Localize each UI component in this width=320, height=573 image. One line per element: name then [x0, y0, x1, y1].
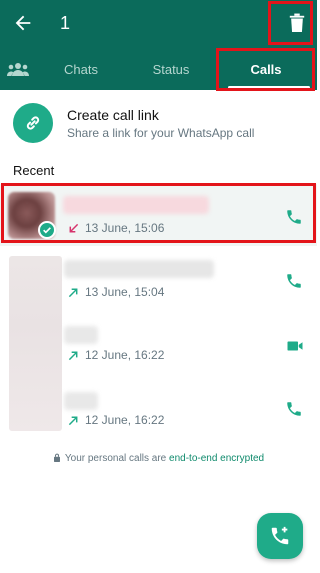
create-call-link-subtitle: Share a link for your WhatsApp call	[67, 126, 255, 140]
lock-icon	[53, 453, 60, 462]
call-time: 12 June, 16:22	[85, 348, 165, 362]
phone-icon[interactable]	[285, 400, 303, 418]
call-time: 12 June, 16:22	[85, 413, 165, 427]
encryption-notice: Your personal calls are end-to-end encry…	[0, 453, 317, 464]
selected-count: 1	[60, 13, 71, 33]
call-meta: 13 June, 15:04	[68, 285, 164, 299]
selected-row-highlight-box	[1, 183, 316, 243]
call-row[interactable]: 12 June, 16:22	[0, 386, 317, 448]
calls-screen: 1 Chats Status Calls Create call link Sh…	[0, 0, 317, 573]
encryption-link[interactable]: end-to-end encrypted	[169, 453, 264, 464]
new-call-button[interactable]	[257, 513, 303, 559]
call-row[interactable]: 12 June, 16:22	[0, 320, 317, 382]
contact-name-blurred	[64, 392, 98, 410]
outgoing-call-arrow-icon	[68, 416, 78, 425]
calls-tab-highlight-box	[216, 48, 315, 91]
call-time: 13 June, 15:04	[85, 285, 165, 299]
create-call-link-title[interactable]: Create call link	[67, 107, 159, 123]
call-meta: 12 June, 16:22	[68, 413, 164, 427]
encryption-text: Your personal calls are	[64, 453, 170, 464]
recent-section-label: Recent	[13, 163, 55, 178]
back-arrow-icon[interactable]	[12, 12, 34, 34]
video-icon[interactable]	[285, 337, 305, 355]
delete-highlight-box	[268, 1, 313, 45]
outgoing-call-arrow-icon	[68, 351, 78, 360]
tab-status[interactable]: Status	[126, 48, 216, 90]
tab-chats[interactable]: Chats	[36, 48, 126, 90]
contact-name-blurred	[64, 326, 98, 344]
phone-icon[interactable]	[285, 272, 303, 290]
create-call-link-button[interactable]	[13, 103, 53, 143]
community-icon	[7, 63, 29, 76]
outgoing-call-arrow-icon	[68, 288, 78, 297]
link-icon	[26, 116, 40, 130]
call-row[interactable]: 13 June, 15:04	[0, 252, 317, 314]
contact-name-blurred	[64, 260, 214, 278]
tab-community[interactable]	[0, 48, 36, 90]
call-meta: 12 June, 16:22	[68, 348, 164, 362]
add-call-icon	[271, 526, 289, 545]
